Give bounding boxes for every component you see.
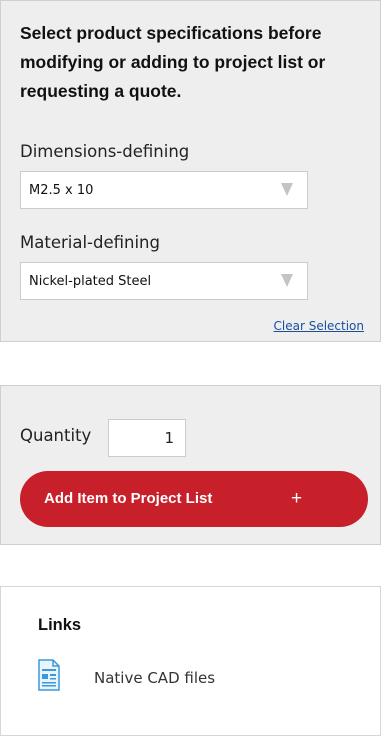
specifications-heading: Select product specifications before mod… bbox=[20, 23, 326, 101]
link-label: Native CAD files bbox=[94, 669, 216, 687]
plus-icon: + bbox=[291, 488, 303, 509]
product-specifications-panel: Select product specifications before mod… bbox=[0, 0, 381, 342]
link-native-cad-files[interactable]: Native CAD files bbox=[38, 659, 298, 699]
dimensions-selected-value: M2.5 x 10 bbox=[29, 183, 94, 198]
clear-selection-link[interactable]: Clear Selection bbox=[274, 319, 365, 333]
links-panel: Links Native CAD files bbox=[0, 586, 381, 736]
add-to-project-list-button[interactable]: Add Item to Project List + bbox=[20, 471, 368, 527]
quantity-label: Quantity bbox=[20, 426, 92, 445]
material-select[interactable]: Nickel-plated Steel bbox=[20, 262, 308, 300]
dimensions-select[interactable]: M2.5 x 10 bbox=[20, 171, 308, 209]
dropdown-arrow-icon bbox=[281, 183, 293, 196]
quantity-panel: Quantity Add Item to Project List + bbox=[0, 385, 381, 545]
links-title: Links bbox=[38, 616, 82, 634]
dropdown-arrow-icon bbox=[281, 274, 293, 287]
quantity-input[interactable] bbox=[108, 419, 186, 457]
dimensions-label: Dimensions-defining bbox=[20, 142, 190, 161]
document-icon bbox=[38, 659, 60, 691]
material-selected-value: Nickel-plated Steel bbox=[29, 274, 152, 289]
material-label: Material-defining bbox=[20, 233, 160, 252]
add-button-label: Add Item to Project List bbox=[44, 490, 213, 507]
